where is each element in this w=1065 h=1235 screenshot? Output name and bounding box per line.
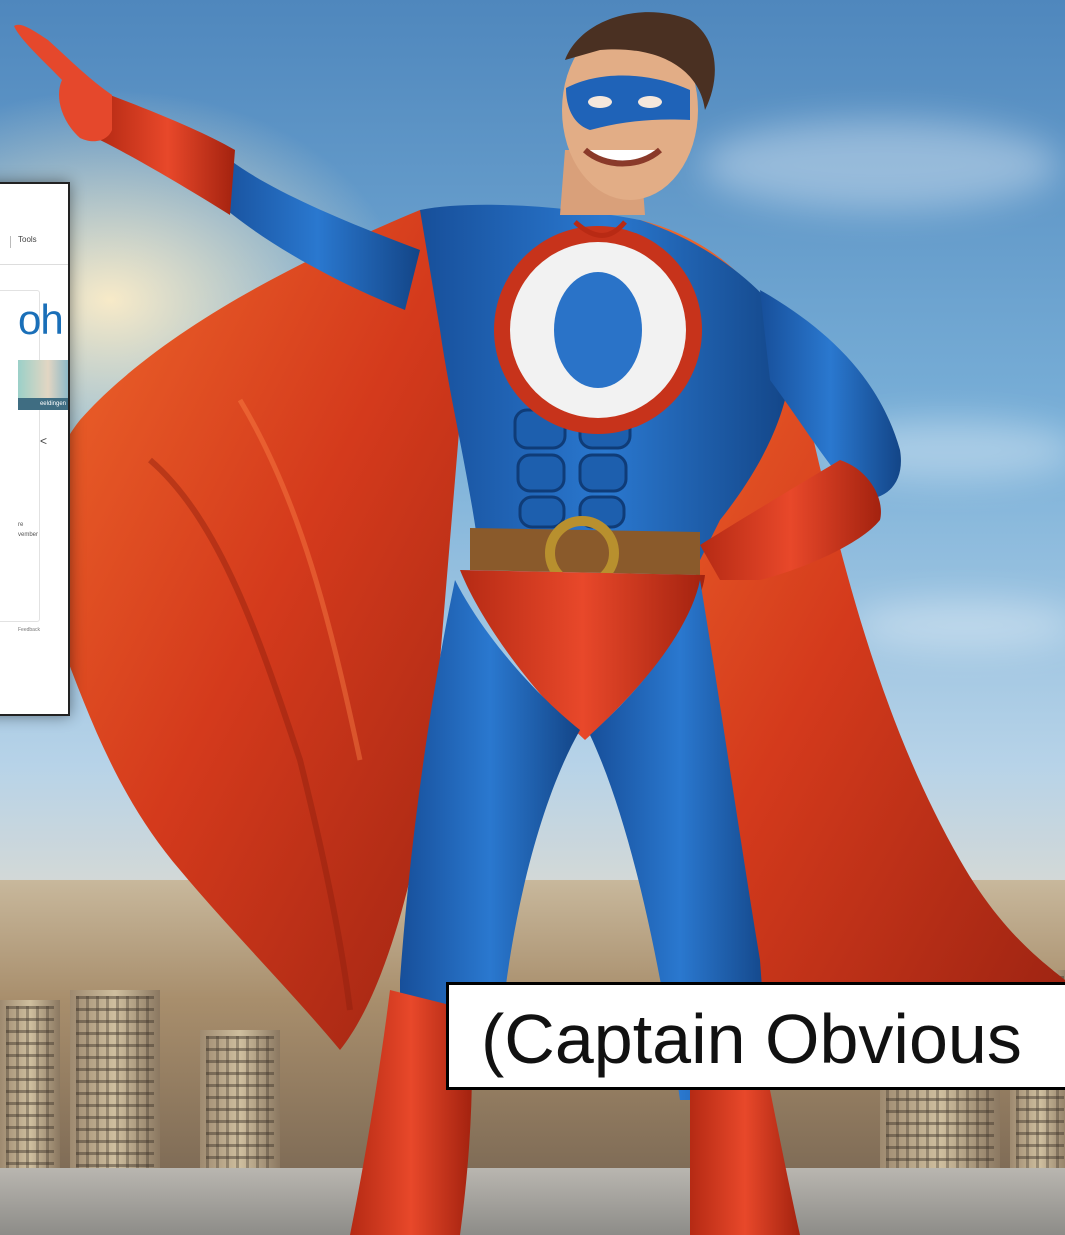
eye — [588, 96, 612, 108]
text-fragment: vember — [18, 532, 39, 538]
divider — [10, 236, 11, 248]
text-fragment: re — [18, 522, 24, 528]
right-boot — [690, 1090, 800, 1235]
glove — [100, 95, 235, 215]
banner-label: eeldingen — [18, 398, 68, 410]
feedback-link: Feedback — [18, 627, 40, 633]
caption-text: (Captain Obvious — [481, 1000, 1022, 1078]
share-icon: < — [40, 434, 48, 448]
eye — [638, 96, 662, 108]
belt — [470, 528, 700, 575]
embedded-webpage-screenshot: Tools oh eeldingen < re vember Feedback — [0, 182, 70, 716]
tools-menu-label: Tools — [18, 235, 37, 244]
chest-emblem — [494, 226, 702, 434]
hand — [14, 24, 112, 142]
scene: Tools oh eeldingen < re vember Feedback … — [0, 0, 1065, 1235]
banner-image — [18, 360, 68, 398]
page-title-fragment: oh — [18, 296, 64, 343]
header-bar — [0, 184, 68, 265]
caption-box: (Captain Obvious — [446, 982, 1065, 1090]
